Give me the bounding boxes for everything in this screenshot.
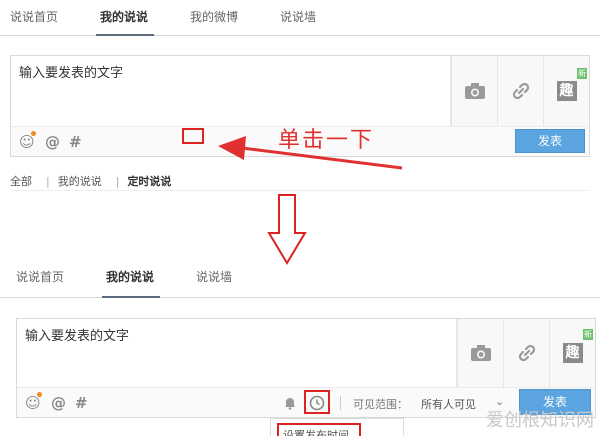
tab-my-weibo[interactable]: 我的微博 [190, 8, 238, 25]
tab-home[interactable]: 说说首页 [16, 268, 64, 285]
link-button[interactable] [503, 319, 549, 387]
clock-icon[interactable] [309, 395, 325, 411]
link-icon [518, 344, 535, 362]
send-button[interactable]: 发表 [515, 129, 585, 153]
bottom-composer: 输入要发表的文字 趣 新 ☺ @ # 可见范围： 所有人可见 ⌄ 发表 [16, 318, 596, 418]
bottom-tab-bar: 说说首页 我的说说 说说墙 [0, 258, 600, 298]
filter-all[interactable]: 全部 [10, 175, 32, 188]
photo-button[interactable] [451, 56, 497, 126]
fun-icon: 趣 [562, 343, 583, 363]
visible-range-select[interactable]: 所有人可见 [421, 396, 476, 412]
new-badge: 新 [577, 68, 587, 79]
notification-dot [37, 392, 42, 397]
down-arrow-annotation [267, 194, 307, 265]
hashtag-icon[interactable]: # [69, 133, 82, 151]
filter-scheduled[interactable]: 定时说说 [127, 175, 171, 188]
notification-dot [31, 131, 36, 136]
hashtag-icon[interactable]: # [75, 394, 88, 412]
set-publish-time-option[interactable]: 设置发布时间 [283, 427, 349, 436]
tab-my-posts[interactable]: 我的说说 [106, 268, 154, 285]
active-tab-indicator [96, 34, 154, 36]
toolbar-divider [340, 396, 341, 410]
click-instruction: 单击一下 [278, 128, 375, 153]
post-text-input[interactable]: 输入要发表的文字 [11, 56, 451, 126]
tab-my-posts[interactable]: 我的说说 [100, 8, 148, 25]
camera-icon [464, 83, 485, 99]
mention-icon[interactable]: @ [45, 133, 60, 151]
filter-mine[interactable]: 我的说说 [58, 175, 102, 188]
active-tab-indicator [102, 296, 160, 298]
post-text-input[interactable]: 输入要发表的文字 [17, 319, 457, 387]
tab-wall[interactable]: 说说墙 [196, 268, 232, 285]
new-badge: 新 [583, 329, 593, 340]
watermark: 爱创根知识网 [486, 410, 594, 431]
mention-icon[interactable]: @ [51, 394, 66, 412]
photo-button[interactable] [457, 319, 503, 387]
post-filter: 全部 | 我的说说 | 定时说说 [10, 175, 172, 188]
link-icon [512, 82, 529, 100]
divider [10, 190, 590, 191]
fun-button[interactable]: 趣 新 [549, 319, 595, 387]
camera-icon [470, 345, 491, 361]
bell-icon[interactable] [283, 396, 297, 410]
tab-home[interactable]: 说说首页 [10, 8, 58, 25]
highlight-box [182, 128, 204, 144]
schedule-popup: 设置发布时间 [270, 418, 404, 436]
visible-range-label: 可见范围： [353, 398, 408, 411]
fun-button[interactable]: 趣 新 [543, 56, 589, 126]
tab-wall[interactable]: 说说墙 [280, 8, 316, 25]
fun-icon: 趣 [556, 81, 577, 101]
top-tab-bar: 说说首页 我的说说 我的微博 说说墙 [0, 0, 600, 36]
link-button[interactable] [497, 56, 543, 126]
